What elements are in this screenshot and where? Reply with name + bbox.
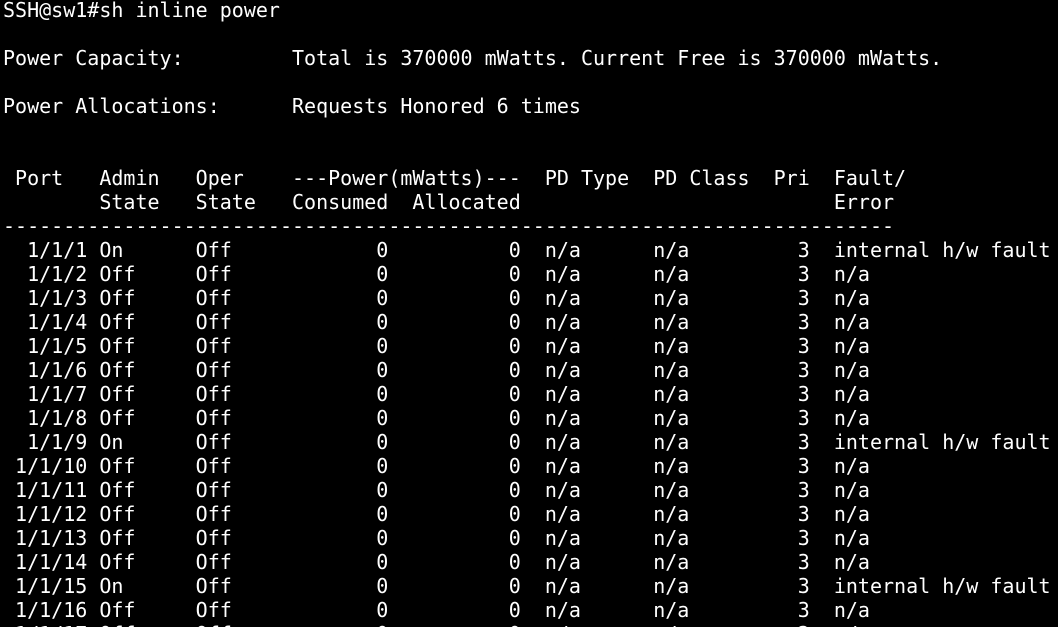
table-row: 1/1/3 Off Off 0 0 n/a n/a 3 n/a [3, 286, 870, 310]
table-row: 1/1/6 Off Off 0 0 n/a n/a 3 n/a [3, 358, 870, 382]
command-prompt: SSH@sw1#sh inline power [3, 0, 280, 22]
power-allocations-line: Power Allocations: Requests Honored 6 ti… [3, 94, 581, 118]
table-header-row-2: State State Consumed Allocated Error [3, 190, 895, 214]
table-row: 1/1/13 Off Off 0 0 n/a n/a 3 n/a [3, 526, 870, 550]
table-row: 1/1/16 Off Off 0 0 n/a n/a 3 n/a [3, 598, 870, 622]
table-row: 1/1/12 Off Off 0 0 n/a n/a 3 n/a [3, 502, 870, 526]
table-row: 1/1/5 Off Off 0 0 n/a n/a 3 n/a [3, 334, 870, 358]
terminal-window[interactable]: SSH@sw1#sh inline power Power Capacity: … [0, 0, 1058, 627]
table-separator: ----------------------------------------… [3, 214, 895, 238]
table-header-row-1: Port Admin Oper ---Power(mWatts)--- PD T… [3, 166, 907, 190]
table-row: 1/1/15 On Off 0 0 n/a n/a 3 internal h/w… [3, 574, 1051, 598]
table-row: 1/1/17 Off Off 0 0 n/a n/a 3 n/a [3, 622, 870, 627]
table-row: 1/1/7 Off Off 0 0 n/a n/a 3 n/a [3, 382, 870, 406]
table-row: 1/1/14 Off Off 0 0 n/a n/a 3 n/a [3, 550, 870, 574]
table-row: 1/1/9 On Off 0 0 n/a n/a 3 internal h/w … [3, 430, 1051, 454]
table-row: 1/1/1 On Off 0 0 n/a n/a 3 internal h/w … [3, 238, 1051, 262]
table-row: 1/1/11 Off Off 0 0 n/a n/a 3 n/a [3, 478, 870, 502]
table-row: 1/1/8 Off Off 0 0 n/a n/a 3 n/a [3, 406, 870, 430]
table-row: 1/1/10 Off Off 0 0 n/a n/a 3 n/a [3, 454, 870, 478]
table-row: 1/1/4 Off Off 0 0 n/a n/a 3 n/a [3, 310, 870, 334]
power-capacity-line: Power Capacity: Total is 370000 mWatts. … [3, 46, 943, 70]
table-row: 1/1/2 Off Off 0 0 n/a n/a 3 n/a [3, 262, 870, 286]
